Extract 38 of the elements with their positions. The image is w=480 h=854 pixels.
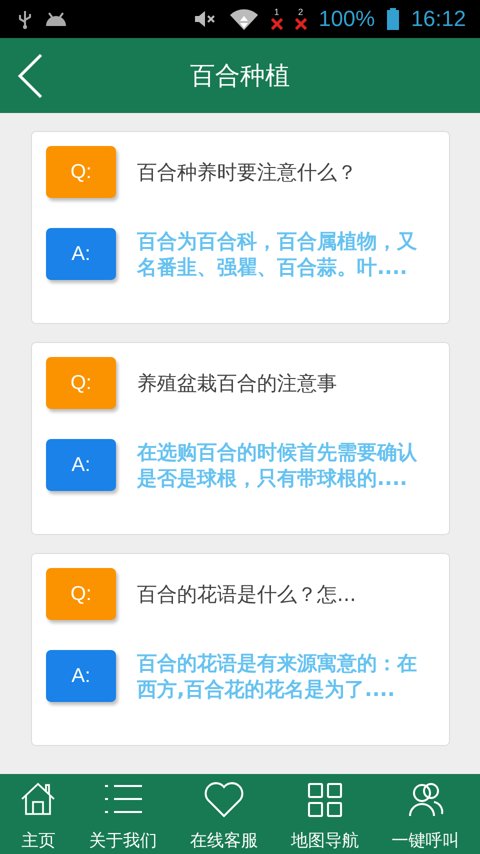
nav-item[interactable]: 一键呼叫 <box>392 774 460 854</box>
sim-number: 2 <box>298 8 304 17</box>
qa-card[interactable]: Q: 百合种养时要注意什么？ A: 百合为百合科，百合属植物，又名番韭、强瞿、百合蒜。叶.... <box>31 131 450 324</box>
grid-icon <box>306 782 343 818</box>
question-text: 百合的花语是什么？怎... <box>137 580 356 608</box>
home-icon <box>20 782 56 816</box>
nav-item[interactable]: 主页 <box>20 774 56 854</box>
answer-badge: A: <box>46 228 116 280</box>
nav-item[interactable]: 在线客服 <box>190 774 258 854</box>
heart-icon <box>204 782 244 818</box>
android-icon <box>44 10 68 28</box>
qa-card[interactable]: Q: 百合的花语是什么？怎... A: 百合的花语是有来源寓意的：在西方,百合花的花名是为了.... <box>31 553 450 746</box>
no-signal-icon <box>294 18 307 30</box>
mute-icon <box>192 9 217 29</box>
answer-text: 百合的花语是有来源寓意的：在西方,百合花的花名是为了.... <box>137 650 418 702</box>
question-text: 养殖盆栽百合的注意事 <box>137 370 337 396</box>
answer-badge: A: <box>46 439 116 491</box>
wifi-icon <box>228 8 259 30</box>
sim-number: 1 <box>274 8 280 17</box>
battery-icon <box>386 8 399 30</box>
nav-item[interactable]: 关于我们 <box>89 774 158 854</box>
battery-percent: 100% <box>318 6 375 32</box>
question-badge: Q: <box>46 568 116 620</box>
question-badge: Q: <box>46 146 116 198</box>
answer-badge: A: <box>46 650 116 702</box>
answer-text: 百合为百合科，百合属植物，又名番韭、强瞿、百合蒜。叶.... <box>137 228 418 280</box>
nav-item[interactable]: 地图导航 <box>290 774 359 854</box>
page-title: 百合种植 <box>190 60 290 92</box>
back-icon[interactable] <box>17 53 43 99</box>
clock: 16:12 <box>410 6 466 32</box>
question-badge: Q: <box>46 357 116 409</box>
qa-card[interactable]: Q: 养殖盆栽百合的注意事 A: 在选购百合的时候首先需要确认是否是球根，只有带球根的.... <box>31 342 450 535</box>
answer-text: 在选购百合的时候首先需要确认是否是球根，只有带球根的.... <box>137 439 418 491</box>
no-signal-icon <box>270 18 283 30</box>
list-icon <box>103 782 144 816</box>
people-icon <box>408 782 444 818</box>
question-text: 百合种养时要注意什么？ <box>137 158 357 186</box>
usb-icon <box>18 9 32 29</box>
